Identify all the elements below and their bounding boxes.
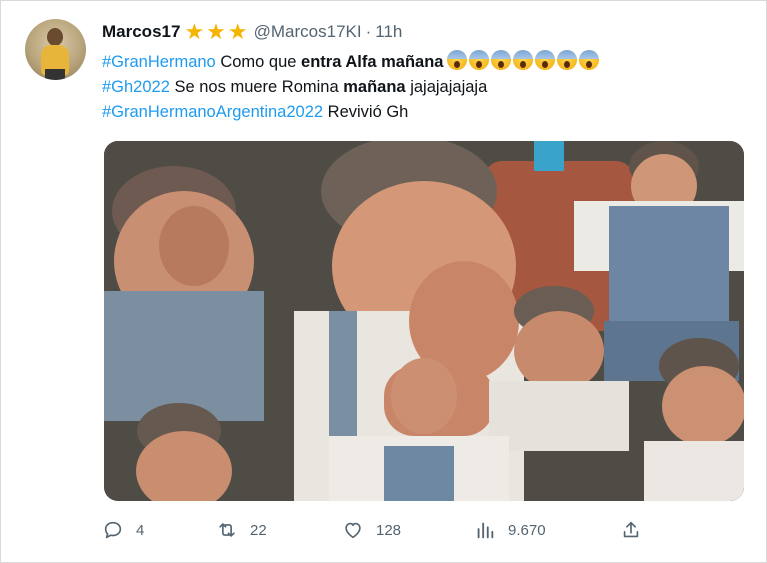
separator-dot: · <box>365 22 372 41</box>
views-button[interactable]: 9.670 <box>474 519 546 541</box>
meme-collage-image[interactable] <box>104 141 744 501</box>
screaming-face-emoji-icon <box>491 50 512 70</box>
user-handle[interactable]: @Marcos17KI <box>254 22 362 42</box>
tweet-line: #GranHermanoArgentina2022 Revivió Gh <box>102 100 599 125</box>
screaming-face-emojis <box>447 50 600 70</box>
star-badges: ★ ★ ★ <box>184 19 249 44</box>
tweet-line: #GranHermano Como que entra Alfa mañana <box>102 50 600 75</box>
reply-count: 4 <box>136 521 145 539</box>
views-count: 9.670 <box>508 521 546 539</box>
bold-text: entra Alfa mañana <box>301 53 444 71</box>
screaming-face-emoji-icon <box>557 50 578 70</box>
text-segment: jajajajajaja <box>405 78 488 96</box>
star-icon: ★ <box>227 19 248 44</box>
hashtag-link[interactable]: #GranHermano <box>102 53 216 71</box>
timestamp[interactable]: 11h <box>375 22 402 42</box>
share-icon <box>623 521 639 538</box>
tweet-text: #GranHermano Como que entra Alfa mañana … <box>102 50 600 125</box>
screaming-face-emoji-icon <box>579 50 600 70</box>
retweet-icon <box>219 523 235 537</box>
avatar[interactable] <box>25 19 86 80</box>
like-count: 128 <box>376 521 402 539</box>
share-button[interactable] <box>620 519 642 541</box>
tweet-header: Marcos17 ★ ★ ★ @Marcos17KI · 11h <box>102 19 402 44</box>
screaming-face-emoji-icon <box>447 50 468 70</box>
reply-button[interactable]: 4 <box>102 519 144 541</box>
tweet-line: #Gh2022 Se nos muere Romina mañana jajaj… <box>102 75 599 100</box>
star-icon: ★ <box>184 19 205 44</box>
retweet-count: 22 <box>250 521 267 539</box>
display-name[interactable]: Marcos17 <box>102 22 180 42</box>
hashtag-link[interactable]: #GranHermanoArgentina2022 <box>102 103 323 121</box>
screaming-face-emoji-icon <box>535 50 556 70</box>
screaming-face-emoji-icon <box>513 50 534 70</box>
heart-icon <box>345 522 361 539</box>
star-icon: ★ <box>206 19 226 44</box>
tweet-actions: 4 22 128 9.670 <box>102 519 642 549</box>
text-segment: Se nos muere Romina <box>169 78 344 96</box>
bold-text: mañana <box>343 78 406 96</box>
hashtag-link[interactable]: #Gh2022 <box>102 78 170 96</box>
views-icon <box>477 522 494 539</box>
reply-icon <box>104 521 122 539</box>
like-button[interactable]: 128 <box>342 519 401 541</box>
screaming-face-emoji-icon <box>469 50 490 70</box>
text-segment: Como que <box>215 53 302 71</box>
tweet-card: Marcos17 ★ ★ ★ @Marcos17KI · 11h #GranHe… <box>0 0 767 563</box>
retweet-button[interactable]: 22 <box>216 519 267 541</box>
text-segment: Revivió Gh <box>323 103 409 121</box>
